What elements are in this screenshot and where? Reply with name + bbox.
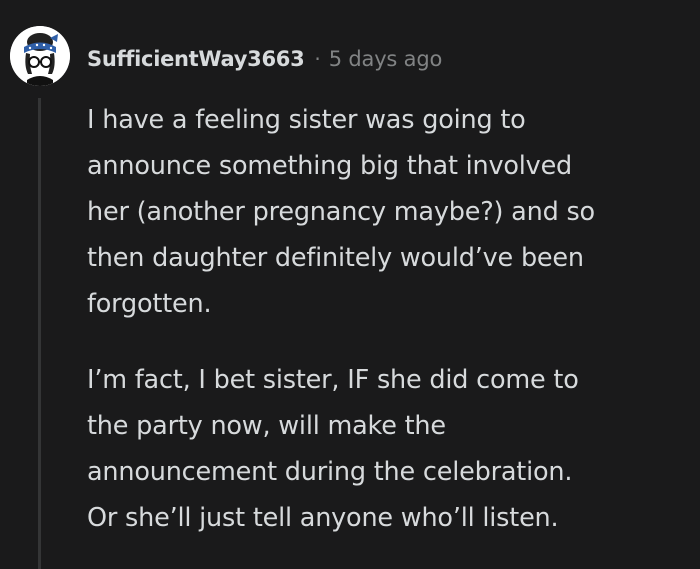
- comment: SufficientWay3663 · 5 days ago I have a …: [0, 0, 700, 569]
- comment-paragraph: I’m fact, I bet sister, IF she did come …: [87, 357, 687, 541]
- comment-header: SufficientWay3663 · 5 days ago: [87, 43, 442, 75]
- text-line: I have a feeling sister was going to: [87, 105, 526, 135]
- meta-separator: ·: [314, 47, 321, 71]
- username-link[interactable]: SufficientWay3663: [87, 47, 305, 71]
- text-line: her (another pregnancy maybe?) and so: [87, 197, 595, 227]
- comment-timestamp[interactable]: 5 days ago: [329, 47, 443, 71]
- comment-paragraph: I have a feeling sister was going to ann…: [87, 97, 687, 327]
- text-line: announcement during the celebration.: [87, 457, 573, 487]
- text-line: the party now, will make the: [87, 411, 446, 441]
- text-line: announce something big that involved: [87, 151, 573, 181]
- avatar-icon[interactable]: [10, 26, 70, 86]
- comment-body: I have a feeling sister was going to ann…: [87, 97, 687, 541]
- text-line: I’m fact, I bet sister, IF she did come …: [87, 365, 579, 395]
- text-line: then daughter definitely would’ve been: [87, 243, 584, 273]
- text-line: Or she’ll just tell anyone who’ll listen…: [87, 503, 559, 533]
- thread-collapse-line[interactable]: [38, 98, 41, 569]
- text-line: forgotten.: [87, 289, 212, 319]
